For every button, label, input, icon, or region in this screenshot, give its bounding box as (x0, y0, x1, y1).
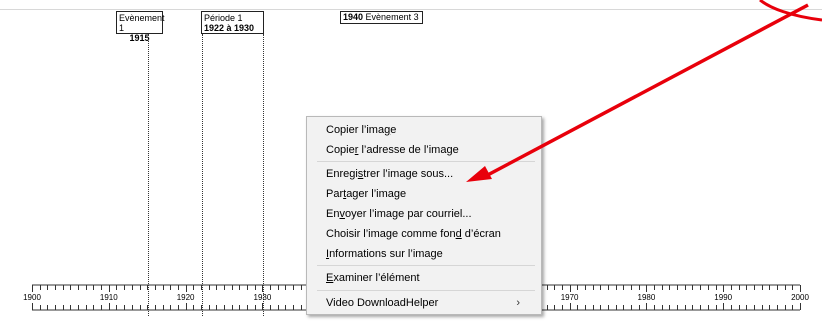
period-1-start-connector (202, 34, 203, 316)
menu-separator (317, 161, 535, 162)
annotation-circle-arc (759, 0, 822, 22)
ruler-label: 2000 (791, 293, 809, 302)
menu-item-label: xaminer l’élément (333, 272, 420, 284)
ruler-label: 1920 (177, 293, 195, 302)
ruler-label: 1900 (23, 293, 41, 302)
menu-item-label: Copier l’ima (326, 124, 385, 136)
event-3-title: Evènement 3 (365, 12, 419, 22)
menu-item-label: ager l’image (346, 188, 407, 200)
menu-item-label: e (390, 124, 397, 136)
event-1-title: Evènement 1 (119, 13, 165, 33)
ruler-label: 1980 (638, 293, 656, 302)
menu-item-set-as-wallpaper[interactable]: Choisir l’image comme fond d’écran (308, 224, 540, 244)
menu-item-label: Video DownloadHelper (326, 297, 439, 309)
ruler-label: 1970 (561, 293, 579, 302)
menu-item-label: Par (326, 188, 344, 200)
menu-item-image-info[interactable]: Informations sur l’image (308, 244, 540, 264)
menu-separator (317, 265, 535, 266)
period-1-title: Période 1 (204, 13, 243, 23)
menu-item-inspect-element[interactable]: Examiner l’élément (308, 268, 540, 288)
chevron-right-icon: › (516, 297, 520, 309)
timeline-event-1[interactable]: Evènement 1 1915 (116, 11, 165, 43)
top-divider (0, 9, 822, 10)
event-1-year: 1915 (129, 33, 150, 43)
menu-item-video-downloadhelper[interactable]: Video DownloadHelper › (308, 293, 540, 313)
menu-item-label: l’adresse de l’image (358, 144, 459, 156)
menu-item-label: nformations sur l’image (329, 248, 443, 260)
period-1-end-connector (263, 34, 264, 316)
ruler-label: 1930 (254, 293, 272, 302)
menu-item-copy-image-address[interactable]: Copier l’adresse de l’image (308, 140, 540, 160)
menu-item-label: trer l’image sous... (363, 168, 454, 180)
menu-separator (317, 290, 535, 291)
timeline-period-1[interactable]: Période 1 1922 à 1930 (201, 11, 264, 34)
menu-item-label: d’écran (461, 228, 501, 240)
context-menu: Copier l’image Copier l’adresse de l’imag… (306, 116, 542, 315)
menu-item-label: Enregi (326, 168, 358, 180)
menu-item-save-image-as[interactable]: Enregistrer l’image sous... (308, 164, 540, 184)
ruler-label: 1910 (100, 293, 118, 302)
menu-item-label: En (326, 208, 340, 220)
timeline-event-3[interactable]: 1940 Evènement 3 (340, 11, 423, 24)
ruler-label: 1990 (714, 293, 732, 302)
period-1-range: 1922 à 1930 (204, 23, 255, 33)
menu-item-share-image[interactable]: Partager l’image (308, 184, 540, 204)
event-1-connector (148, 34, 149, 316)
menu-item-label: Choisir l’image comme fon (326, 228, 456, 240)
menu-item-label: Copie (326, 144, 355, 156)
menu-item-copy-image[interactable]: Copier l’image (308, 120, 540, 140)
menu-item-email-image[interactable]: Envoyer l’image par courriel... (308, 204, 540, 224)
menu-item-label: oyer l’image par courriel... (344, 208, 472, 220)
event-3-year: 1940 (343, 12, 364, 22)
